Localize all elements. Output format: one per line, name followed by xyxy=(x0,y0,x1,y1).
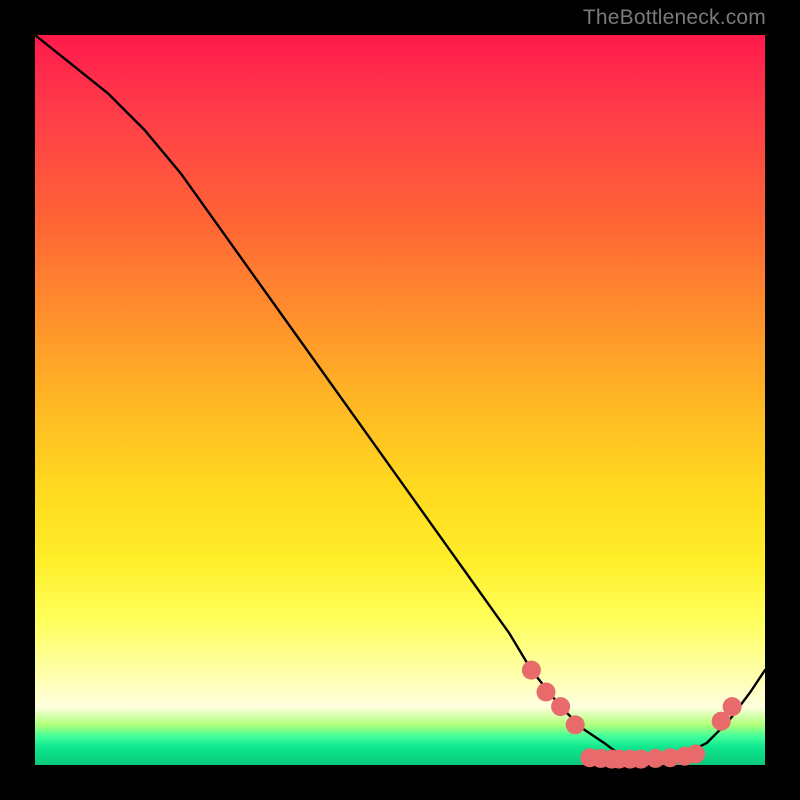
highlight-dot xyxy=(522,661,541,680)
chart-container: TheBottleneck.com xyxy=(0,0,800,800)
highlight-dot xyxy=(551,697,570,716)
chart-svg xyxy=(35,35,765,765)
watermark-text: TheBottleneck.com xyxy=(583,6,766,30)
highlight-dot xyxy=(566,715,585,734)
highlight-dots xyxy=(522,661,742,769)
highlight-dot xyxy=(723,697,742,716)
plot-area xyxy=(35,35,765,765)
highlight-dot xyxy=(686,745,705,764)
highlight-dot xyxy=(537,683,556,702)
bottleneck-curve xyxy=(35,35,765,758)
